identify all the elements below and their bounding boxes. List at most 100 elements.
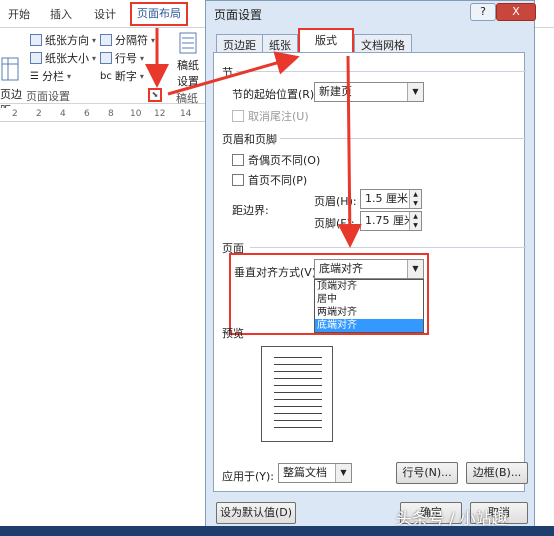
divider <box>250 247 526 248</box>
breaks-button[interactable]: 分隔符 ▾ <box>100 32 155 48</box>
line-numbers-ribbon-label: 行号 <box>115 52 137 65</box>
preview-line <box>274 399 322 400</box>
manuscript-group-label: 稿纸 <box>176 92 198 105</box>
breaks-icon <box>100 34 112 46</box>
from-edge-label: 距边界: <box>232 204 269 217</box>
page-setup-group-label: 页面设置 <box>26 90 70 103</box>
vertical-alignment-select[interactable]: 底端对齐 ▼ <box>314 259 424 279</box>
size-label: 纸张大小 <box>45 52 89 65</box>
close-button[interactable]: X <box>496 3 536 21</box>
help-button[interactable]: ? <box>470 3 496 21</box>
header-distance-spinner[interactable]: 1.5 厘米 ▲ ▼ <box>360 189 422 209</box>
vertical-alignment-dropdown: 顶端对齐 居中 两端对齐 底端对齐 <box>314 279 424 333</box>
ruler-mark: 2 <box>12 109 18 119</box>
suppress-endnotes-checkbox[interactable]: 取消尾注(U) <box>232 108 309 124</box>
footer-distance-value: 1.75 厘米 <box>365 214 415 227</box>
first-page-checkbox[interactable]: 首页不同(P) <box>232 172 307 188</box>
preview-line <box>274 427 322 428</box>
tab-margins[interactable]: 页边距 <box>216 34 263 52</box>
apply-to-select[interactable]: 整篇文档 ▼ <box>278 463 352 483</box>
tab-home[interactable]: 开始 <box>8 6 30 22</box>
divider <box>280 138 526 139</box>
launcher-icon: ⬊ <box>151 90 159 99</box>
divider <box>236 71 526 72</box>
ribbon-page-setup-group: 页边距 纸张方向▾ 纸张大小▾ ☰分栏▾ 分隔符▾ 行号▾ bc断字▾ 稿纸 设… <box>0 28 206 117</box>
line-numbers-button[interactable]: 行号(N)... <box>396 462 458 484</box>
apply-to-label: 应用于(Y): <box>222 470 275 483</box>
ruler-mark: 6 <box>84 109 90 119</box>
checkbox-box <box>232 110 244 122</box>
preview-line <box>274 357 322 358</box>
chevron-down-icon: ▾ <box>92 53 97 63</box>
section-start-select[interactable]: 新建页 ▼ <box>314 82 424 102</box>
columns-icon: ☰ <box>30 70 39 82</box>
checkbox-box <box>232 174 244 186</box>
spin-up-icon[interactable]: ▲ <box>409 212 421 221</box>
option-justified[interactable]: 两端对齐 <box>315 306 423 319</box>
line-numbers-ribbon-button[interactable]: 行号 ▾ <box>100 50 144 66</box>
manuscript-button[interactable]: 稿纸 设置 <box>172 32 204 89</box>
spin-down-icon[interactable]: ▼ <box>409 221 421 230</box>
dialog-title: 页面设置 <box>214 8 263 22</box>
dialog-titlebar: 页面设置 ? X <box>206 1 536 25</box>
header-footer-heading: 页眉和页脚 <box>222 133 277 146</box>
header-distance-label: 页眉(H): <box>314 195 357 208</box>
columns-label: 分栏 <box>41 70 64 83</box>
option-bottom[interactable]: 底端对齐 <box>315 319 423 332</box>
set-default-button[interactable]: 设为默认值(D) <box>216 502 296 524</box>
hyphenation-icon: bc <box>100 70 112 82</box>
tab-paper[interactable]: 纸张 <box>262 34 298 52</box>
ruler-mark: 4 <box>60 109 66 119</box>
columns-button[interactable]: ☰ 分栏 ▾ <box>30 68 71 84</box>
preview-line <box>274 378 322 379</box>
orientation-label: 纸张方向 <box>45 34 89 47</box>
margins-button[interactable]: 页边距 <box>0 56 22 117</box>
page-preview <box>261 346 333 442</box>
preview-heading: 预览 <box>222 327 244 340</box>
preview-line <box>274 406 322 407</box>
spin-up-icon[interactable]: ▲ <box>409 190 421 199</box>
section-start-label: 节的起始位置(R): <box>232 88 318 101</box>
tab-design[interactable]: 设计 <box>94 6 116 22</box>
ruler-mark: 8 <box>108 109 114 119</box>
tab-page-layout[interactable]: 页面布局 <box>130 2 188 26</box>
manuscript-icon <box>179 32 197 54</box>
apply-to-value: 整篇文档 <box>283 466 327 479</box>
tab-document-grid[interactable]: 文档网格 <box>354 34 412 52</box>
orientation-icon <box>30 34 42 46</box>
preview-line <box>274 413 322 414</box>
manuscript-label-2: 设置 <box>177 75 199 88</box>
line-numbers-icon <box>100 52 112 64</box>
suppress-endnotes-label: 取消尾注(U) <box>248 110 309 123</box>
ruler-mark: 14 <box>180 109 192 119</box>
preview-line <box>274 420 322 421</box>
preview-line <box>274 364 322 365</box>
document-area[interactable] <box>0 122 206 522</box>
spin-down-icon[interactable]: ▼ <box>409 199 421 208</box>
horizontal-ruler: 2 2 4 6 8 10 12 14 <box>0 108 206 122</box>
size-button[interactable]: 纸张大小 ▾ <box>30 50 96 66</box>
watermark: 头条号 / 小站趣 <box>396 509 508 528</box>
tab-layout[interactable]: 版式 <box>298 28 354 54</box>
hyphenation-button[interactable]: bc 断字 ▾ <box>100 68 144 84</box>
chevron-down-icon: ▾ <box>151 35 156 45</box>
vertical-alignment-value: 底端对齐 <box>319 262 363 275</box>
tab-insert[interactable]: 插入 <box>50 6 72 22</box>
odd-even-label: 奇偶页不同(O) <box>248 154 321 167</box>
orientation-button[interactable]: 纸张方向 ▾ <box>30 32 96 48</box>
page-setup-dialog-launcher[interactable]: ⬊ <box>148 88 162 102</box>
checkbox-box <box>232 154 244 166</box>
option-top[interactable]: 顶端对齐 <box>315 280 423 293</box>
chevron-down-icon: ▼ <box>407 260 423 278</box>
ruler-mark: 2 <box>36 109 42 119</box>
breaks-label: 分隔符 <box>115 34 148 47</box>
odd-even-checkbox[interactable]: 奇偶页不同(O) <box>232 152 320 168</box>
option-center[interactable]: 居中 <box>315 293 423 306</box>
borders-button[interactable]: 边框(B)... <box>466 462 528 484</box>
section-heading: 节 <box>222 66 233 79</box>
chevron-down-icon: ▾ <box>140 53 145 63</box>
ruler-mark: 12 <box>154 109 166 119</box>
footer-distance-spinner[interactable]: 1.75 厘米 ▲ ▼ <box>360 211 422 231</box>
ruler-mark: 10 <box>130 109 142 119</box>
footer-distance-label: 页脚(F): <box>314 217 355 230</box>
